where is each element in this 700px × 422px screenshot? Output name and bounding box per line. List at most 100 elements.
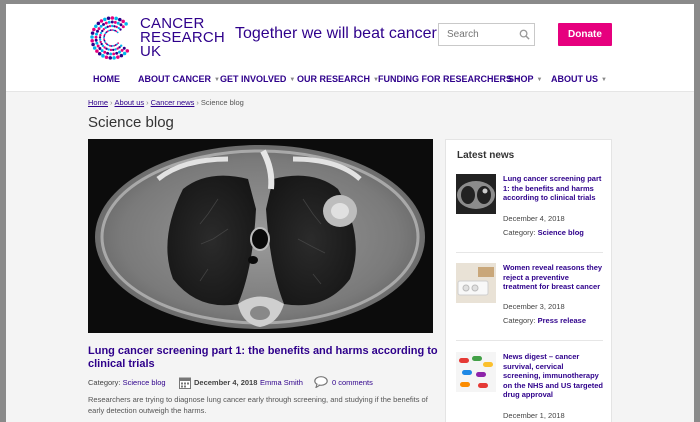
logo-dot [99, 31, 103, 35]
logo-dot [99, 40, 102, 44]
news-thumbnail[interactable] [456, 174, 496, 214]
pills-thumbnail [456, 263, 496, 303]
nav-item-shop[interactable]: SHOP ▼ [508, 74, 542, 84]
nav-label: ABOUT US [551, 74, 598, 84]
logo-dot [116, 31, 119, 34]
logo-dot [108, 56, 113, 60]
logo-dot [119, 28, 122, 31]
logo-dot [98, 38, 102, 41]
lung-ct-scan-image [88, 139, 433, 333]
cancer-research-uk-logo[interactable] [88, 14, 136, 62]
news-title-link[interactable]: Women reveal reasons they reject a preve… [503, 263, 603, 292]
logo-dot [119, 23, 123, 27]
logo-dot [114, 48, 117, 51]
news-title-link[interactable]: Lung cancer screening part 1: the benefi… [503, 174, 603, 203]
logo-dot [109, 29, 112, 32]
article-meta: Category: Science blog December 4, 2018 … [88, 376, 438, 390]
logo-dot [111, 45, 114, 47]
news-category-link[interactable]: Science blog [538, 228, 584, 237]
article-author-link[interactable]: Emma Smith [260, 378, 303, 387]
logo-dot [106, 25, 109, 28]
logo-dot [101, 54, 105, 58]
breadcrumb-home-link[interactable]: Home [88, 98, 108, 107]
logo-dot [109, 48, 113, 52]
logo-dot [96, 44, 100, 48]
logo-dot [100, 49, 104, 53]
tagline: Together we will beat cancer [235, 25, 437, 42]
logo-dot [94, 35, 98, 39]
logo-dot [103, 36, 105, 39]
news-thumbnail[interactable] [456, 263, 496, 303]
news-date: December 4, 2018 [503, 214, 565, 223]
nav-item-about-us[interactable]: ABOUT US ▼ [551, 74, 607, 84]
logo-dot [106, 51, 110, 55]
logo-dot [102, 22, 105, 26]
search-icon[interactable] [519, 29, 530, 40]
capsules-thumbnail [456, 352, 496, 392]
logo-dot [90, 35, 94, 39]
breadcrumb-current: Science blog [200, 98, 244, 107]
breadcrumb-cancer-news-link[interactable]: Cancer news [151, 98, 195, 107]
nav-item-funding-for-researchers[interactable]: FUNDING FOR RESEARCHERS ▼ [378, 74, 521, 84]
nav-item-get-involved[interactable]: GET INVOLVED ▼ [220, 74, 295, 84]
news-title-link[interactable]: News digest – cancer survival, cervical … [503, 352, 603, 400]
lung-ct-thumbnail [456, 174, 496, 214]
article-hero-image[interactable] [88, 139, 433, 333]
nav-label: ABOUT CANCER [138, 74, 211, 84]
logo-dot [91, 42, 95, 47]
nav-item-our-research[interactable]: OUR RESEARCH ▼ [297, 74, 379, 84]
logo-dot [94, 38, 98, 42]
logo-dot [104, 26, 107, 30]
logo-dot [98, 47, 102, 50]
logo-dot [115, 25, 118, 29]
logo-dot [100, 42, 103, 46]
nav-label: SHOP [508, 74, 534, 84]
logo-dot [108, 24, 112, 28]
nav-item-about-cancer[interactable]: ABOUT CANCER ▼ [138, 74, 220, 84]
article-category-link[interactable]: Science blog [123, 378, 166, 387]
logo-dot [106, 16, 111, 21]
article-comments-link[interactable]: 0 comments [332, 378, 373, 387]
chevron-down-icon: ▼ [536, 77, 543, 83]
logo-dot [113, 20, 117, 24]
logo-dot [103, 38, 105, 41]
logo-dot [124, 22, 128, 26]
logo-dot [125, 49, 130, 53]
search-input[interactable] [439, 24, 519, 45]
logo-dot [96, 29, 99, 33]
logo-dot [90, 39, 94, 43]
news-item[interactable]: Lung cancer screening part 1: the benefi… [456, 174, 606, 244]
news-category: Category: Science blog [503, 228, 584, 237]
news-thumbnail[interactable] [456, 352, 496, 392]
logo-dot [122, 51, 127, 56]
search-box[interactable] [438, 23, 535, 46]
logo-dot [118, 50, 121, 54]
logo-dot [107, 48, 110, 51]
logo-dot [110, 20, 114, 24]
calendar-icon [179, 377, 191, 389]
article-title-link[interactable]: Lung cancer screening part 1: the benefi… [88, 345, 438, 371]
news-category-link[interactable]: Press release [538, 316, 586, 325]
breadcrumb: Home › About us › Cancer news › Science blog [88, 98, 244, 107]
news-date: December 3, 2018 [503, 302, 565, 311]
logo-dot [99, 24, 103, 28]
breadcrumb-separator: › [196, 98, 199, 107]
logo-dot [99, 33, 102, 37]
news-category: Category: Press release [503, 316, 586, 325]
news-category-label: Category: [503, 316, 536, 325]
logo-dot [107, 20, 111, 24]
article-category: Category: Science blog [88, 378, 166, 387]
donate-button[interactable]: Donate [558, 23, 612, 46]
news-date: December 1, 2018 [503, 411, 565, 420]
breadcrumb-about-us-link[interactable]: About us [115, 98, 145, 107]
nav-item-home[interactable]: HOME [93, 74, 120, 84]
nav-label: HOME [93, 74, 120, 84]
article-date: December 4, 2018 [194, 378, 258, 387]
logo-dot [116, 55, 120, 59]
nav-label: FUNDING FOR RESEARCHERS [378, 74, 513, 84]
news-item[interactable]: Women reveal reasons they reject a preve… [456, 263, 606, 333]
news-item[interactable]: News digest – cancer survival, cervical … [456, 352, 606, 422]
logo-dot [115, 51, 119, 55]
logo-dot [116, 21, 120, 25]
logo-wordmark[interactable]: CANCER RESEARCH UK [140, 16, 225, 59]
